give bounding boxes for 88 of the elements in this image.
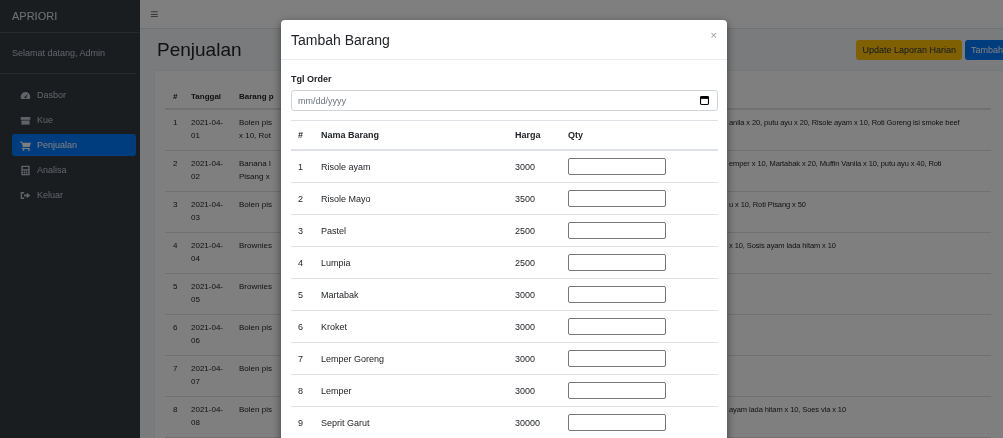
sidebar-item[interactable]: Dasbor xyxy=(12,84,136,106)
table-cell-text: 3000 xyxy=(515,385,537,396)
brand-name: APRIORI xyxy=(12,10,58,22)
field-label: Tgl Order xyxy=(291,74,333,84)
sidebar-item[interactable]: Analisa xyxy=(12,159,136,181)
column-header: Harga xyxy=(515,130,542,140)
qty-input[interactable] xyxy=(568,414,666,431)
table-cell-text: 5 xyxy=(297,289,304,300)
table-cell-text: 2 xyxy=(297,193,304,204)
table-cell-text: Banana I xyxy=(239,158,272,170)
column-header: Qty xyxy=(568,130,583,140)
sign-out-icon xyxy=(20,189,31,201)
table-cell-text: 2021-04-08 xyxy=(191,404,225,429)
table-cell-text: 2500 xyxy=(515,257,537,268)
calendar-icon[interactable] xyxy=(700,96,709,105)
table-cell-text: 30000 xyxy=(515,417,542,428)
table-cell-text: 6 xyxy=(297,321,304,332)
table-cell-text: Lumpia xyxy=(321,257,352,268)
table-cell-text: 2021-04-01 xyxy=(191,117,225,142)
sidebar-item[interactable]: Penjualan xyxy=(12,134,136,156)
table-cell-text: 1 xyxy=(297,161,304,172)
cart-icon xyxy=(20,139,31,151)
table-cell-text: 2021-04-02 xyxy=(191,158,225,183)
date-input[interactable]: mm/dd/yyyy xyxy=(291,90,718,111)
table-cell-text: 2021-04-05 xyxy=(191,281,225,306)
column-header: Nama Barang xyxy=(321,130,381,140)
table-cell-text: 8 xyxy=(297,385,304,396)
table-cell-text: Lemper Goreng xyxy=(321,353,386,364)
table-cell-text: Risole Mayo xyxy=(321,193,372,204)
table-cell-text: 2021-04-04 xyxy=(191,240,225,265)
table-cell-text: 3 xyxy=(297,225,304,236)
column-header: Barang p xyxy=(239,92,275,101)
table-cell-text: 3000 xyxy=(515,321,537,332)
table-cell-text: 2021-04-07 xyxy=(191,363,225,388)
qty-input[interactable] xyxy=(568,318,666,335)
qty-input[interactable] xyxy=(568,254,666,271)
table-cell-text: 2 xyxy=(172,158,179,170)
table-cell-text: 5 xyxy=(172,281,179,293)
table-cell-text: 3500 xyxy=(515,193,537,204)
dialog-title: Tambah Barang xyxy=(291,31,390,48)
qty-input[interactable] xyxy=(568,158,666,175)
table-cell-text: 7 xyxy=(297,353,304,364)
menu-icon[interactable]: ≡ xyxy=(150,6,159,23)
page-title: Penjualan xyxy=(157,39,242,62)
table-cell-text: Bolen pis xyxy=(239,404,272,416)
table-cell-text: 6 xyxy=(172,322,179,334)
table-cell-text: 3000 xyxy=(515,161,537,172)
table-cell-text: Lemper xyxy=(321,385,353,396)
qty-input[interactable] xyxy=(568,350,666,367)
qty-input[interactable] xyxy=(568,222,666,239)
table-cell-text: 9 xyxy=(297,417,304,428)
table-cell-text: Pisang x xyxy=(239,171,270,183)
table-cell-text: Pastel xyxy=(321,225,347,236)
table-cell-text: Bolen pis xyxy=(239,117,272,129)
table-cell-text: 3 xyxy=(172,199,179,211)
table-cell-text: Bolen pis xyxy=(239,322,272,334)
table-cell-text: 3000 xyxy=(515,289,537,300)
table-cell-text: 7 xyxy=(172,363,179,375)
table-cell-text: Brownies xyxy=(239,281,272,293)
qty-input[interactable] xyxy=(568,382,666,399)
table-cell-text: Bolen pis xyxy=(239,199,272,211)
column-header: # xyxy=(172,92,179,101)
table-cell-text: x 10, Rot xyxy=(239,130,271,142)
table-cell-text: Brownies xyxy=(239,240,272,252)
table-cell-text: 8 xyxy=(172,404,179,416)
table-cell-text: 2500 xyxy=(515,225,537,236)
close-button[interactable]: × xyxy=(710,29,717,41)
table-cell-text: Risole ayam xyxy=(321,161,372,172)
welcome-text: Selamat datang, Admin xyxy=(12,48,106,58)
table-cell-text: 3000 xyxy=(515,353,537,364)
table-cell-text: Kroket xyxy=(321,321,348,332)
table-cell-text: 2021-04-03 xyxy=(191,199,225,224)
table-cell-text: 4 xyxy=(172,240,179,252)
table-cell-text: 2021-04-06 xyxy=(191,322,225,347)
table-cell-text: Martabak xyxy=(321,289,360,300)
dashboard-icon xyxy=(20,89,31,101)
box-icon xyxy=(20,114,31,126)
table-cell-text: Bolen pis xyxy=(239,363,272,375)
qty-input[interactable] xyxy=(568,286,666,303)
table-cell-text: 1 xyxy=(172,117,179,129)
update-report-button[interactable]: Update Laporan Harian xyxy=(856,40,962,61)
column-header: # xyxy=(297,130,304,140)
add-button[interactable]: Tambah xyxy=(964,40,1003,61)
table-cell-text: Seprit Garut xyxy=(321,417,371,428)
calculator-icon xyxy=(20,164,31,176)
column-header: Tanggal xyxy=(191,92,223,101)
table-cell-text: 4 xyxy=(297,257,304,268)
qty-input[interactable] xyxy=(568,190,666,207)
